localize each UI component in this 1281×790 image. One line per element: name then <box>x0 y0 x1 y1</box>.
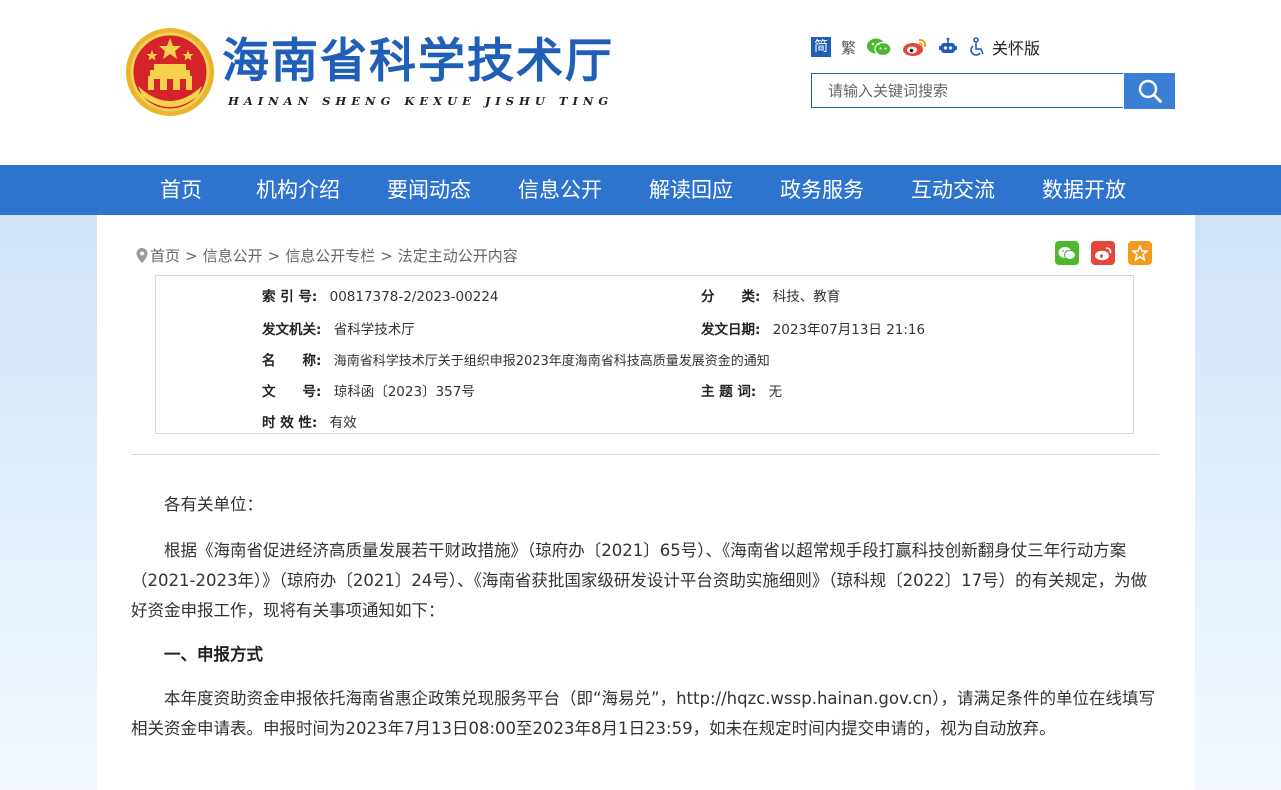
nav-item-interaction[interactable]: 互动交流 <box>911 165 995 215</box>
meta-name: 名 称: 海南省科学技术厅关于组织申报2023年度海南省科技高质量发展资金的通知 <box>262 349 770 369</box>
care-mode-link[interactable]: 关怀版 <box>992 35 1040 59</box>
site-header: 海南省科学技术厅 HAINAN SHENG KEXUE JISHU TING 简… <box>0 0 1281 165</box>
search-input[interactable] <box>812 74 1118 107</box>
share-wechat-button[interactable] <box>1055 241 1079 265</box>
share-weibo-button[interactable] <box>1091 241 1115 265</box>
meta-date-value: 2023年07月13日 21:16 <box>772 322 926 338</box>
page-background-left <box>0 215 97 790</box>
header-toolbar: 简 繁 关怀版 <box>811 34 1040 60</box>
meta-keywords-value: 无 <box>768 384 783 400</box>
meta-name-label: 名 称: <box>262 353 322 369</box>
breadcrumb-separator: > <box>185 246 198 265</box>
meta-validity-value: 有效 <box>329 415 357 431</box>
star-icon <box>1132 245 1148 261</box>
location-pin-icon <box>136 248 148 263</box>
simplified-chinese-button[interactable]: 简 <box>811 37 831 57</box>
nav-item-open-data[interactable]: 数据开放 <box>1042 165 1126 215</box>
meta-category-label: 分 类: <box>701 289 761 305</box>
search-box <box>811 73 1123 108</box>
search-icon <box>1138 79 1162 103</box>
wechat-icon <box>1058 246 1076 260</box>
meta-keywords: 主 题 词: 无 <box>701 380 782 400</box>
add-favorite-button[interactable] <box>1128 241 1152 265</box>
weibo-icon[interactable] <box>902 37 928 57</box>
page-background-right <box>1195 215 1281 790</box>
breadcrumb-current[interactable]: 法定主动公开内容 <box>398 245 518 266</box>
breadcrumb: 首页 > 信息公开 > 信息公开专栏 > 法定主动公开内容 <box>136 245 518 266</box>
nav-item-news[interactable]: 要闻动态 <box>387 165 471 215</box>
meta-docno: 文 号: 琼科函〔2023〕357号 <box>262 380 475 400</box>
nav-item-about[interactable]: 机构介绍 <box>256 165 340 215</box>
weibo-icon <box>1095 246 1112 260</box>
meta-docno-value: 琼科函〔2023〕357号 <box>333 384 475 400</box>
meta-index-label: 索 引 号: <box>262 289 318 305</box>
national-emblem-icon[interactable] <box>124 26 216 118</box>
search-button[interactable] <box>1124 73 1175 109</box>
care-mode-icon[interactable] <box>968 37 986 57</box>
article-greeting: 各有关单位： <box>164 495 263 514</box>
accessibility-robot-icon[interactable] <box>938 37 958 57</box>
breadcrumb-disclosure[interactable]: 信息公开 <box>203 245 263 266</box>
meta-validity-label: 时 效 性: <box>262 415 318 431</box>
content-divider <box>131 454 1159 455</box>
breadcrumb-disclosure-column[interactable]: 信息公开专栏 <box>285 245 375 266</box>
main-nav: 首页 机构介绍 要闻动态 信息公开 解读回应 政务服务 互动交流 数据开放 <box>0 165 1281 215</box>
breadcrumb-separator: > <box>267 246 281 265</box>
meta-issuer: 发文机关: 省科学技术厅 <box>262 318 415 338</box>
meta-date-label: 发文日期: <box>701 322 761 338</box>
article-section-heading: 一、申报方式 <box>164 645 263 664</box>
breadcrumb-home[interactable]: 首页 <box>150 245 180 266</box>
traditional-chinese-button[interactable]: 繁 <box>841 37 856 58</box>
nav-item-disclosure[interactable]: 信息公开 <box>518 165 602 215</box>
meta-index: 索 引 号: 00817378-2/2023-00224 <box>262 285 499 305</box>
breadcrumb-separator: > <box>380 246 393 265</box>
article-body: 各有关单位： 根据《海南省促进经济高质量发展若干财政措施》（琼府办〔2021〕6… <box>131 490 1159 758</box>
article-paragraph: 根据《海南省促进经济高质量发展若干财政措施》（琼府办〔2021〕65号）、《海南… <box>131 541 1148 620</box>
meta-issuer-value: 省科学技术厅 <box>333 322 415 338</box>
meta-date: 发文日期: 2023年07月13日 21:16 <box>701 318 925 338</box>
nav-item-services[interactable]: 政务服务 <box>780 165 864 215</box>
meta-index-value: 00817378-2/2023-00224 <box>329 289 499 305</box>
meta-name-value: 海南省科学技术厅关于组织申报2023年度海南省科技高质量发展资金的通知 <box>333 354 770 369</box>
meta-validity: 时 效 性: 有效 <box>262 411 357 431</box>
site-pinyin: HAINAN SHENG KEXUE JISHU TING <box>228 94 614 108</box>
nav-item-home[interactable]: 首页 <box>160 165 202 215</box>
site-title[interactable]: 海南省科学技术厅 <box>222 34 614 90</box>
meta-issuer-label: 发文机关: <box>262 322 322 338</box>
meta-category: 分 类: 科技、教育 <box>701 285 840 305</box>
meta-category-value: 科技、教育 <box>772 289 841 305</box>
meta-keywords-label: 主 题 词: <box>701 384 757 400</box>
nav-item-interpretation[interactable]: 解读回应 <box>649 165 733 215</box>
meta-docno-label: 文 号: <box>262 384 322 400</box>
wechat-icon[interactable] <box>866 37 892 57</box>
article-paragraph: 本年度资助资金申报依托海南省惠企政策兑现服务平台（即“海易兑”，http://h… <box>131 689 1155 738</box>
